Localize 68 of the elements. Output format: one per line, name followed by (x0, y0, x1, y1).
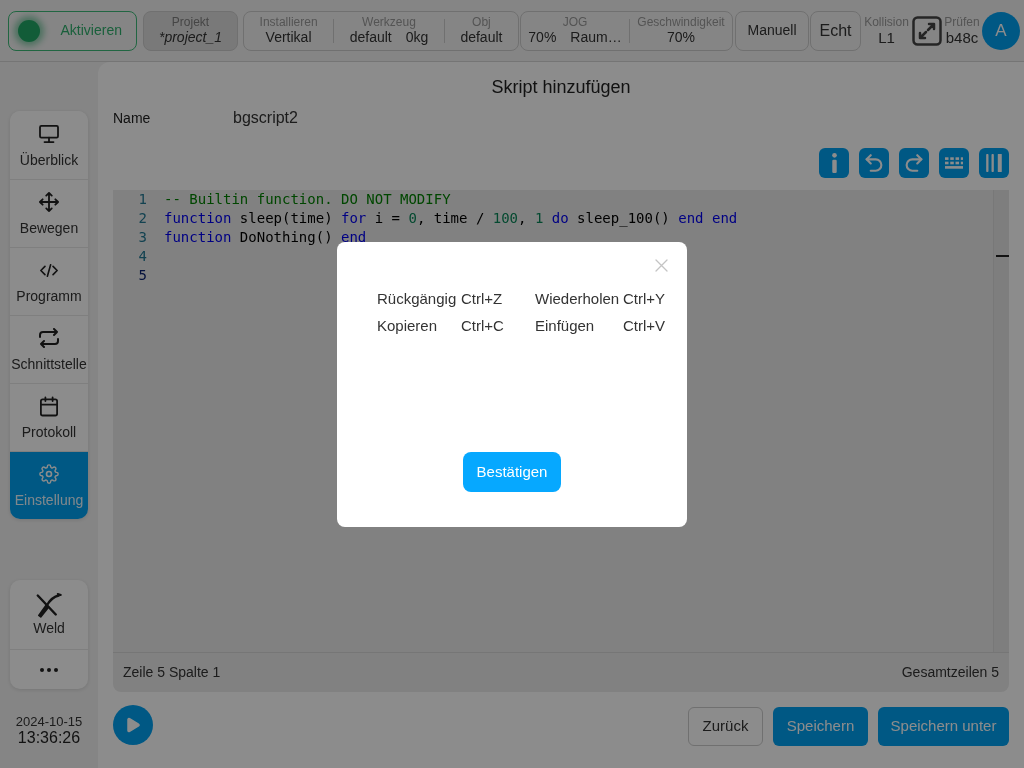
play-button[interactable] (113, 705, 153, 745)
line-number: 4 (137, 247, 147, 266)
vertical-bars-icon (986, 154, 1002, 172)
gear-icon (39, 464, 59, 484)
cursor-marker-icon (996, 255, 1009, 257)
keyboard-icon (945, 157, 963, 169)
move-arrows-icon (39, 192, 59, 212)
name-field[interactable]: bgscript2 (233, 107, 533, 129)
code-line: function sleep(time) for i = 0, time / 100, 1 do sleep_100() end end (164, 209, 739, 228)
shortcut-keys: Ctrl+C (461, 317, 535, 335)
fullscreen-button[interactable] (912, 15, 942, 46)
cursor-position: Zeile 5 Spalte 1 (123, 663, 221, 682)
shortcut-keys: Ctrl+V (623, 317, 687, 335)
calendar-icon (40, 395, 58, 417)
more-dots-icon (40, 667, 58, 672)
shortcut-action: Wiederholen (535, 290, 621, 308)
status-value: 0kg (405, 29, 429, 46)
status-value: 70% (667, 29, 696, 46)
shortcut-action: Einfügen (535, 317, 596, 335)
shortcut-keys: Ctrl+Y (623, 290, 687, 308)
status-value: Vertikal (265, 29, 312, 46)
time-text: 13:36:26 (17, 729, 81, 747)
redo-icon (905, 154, 923, 172)
close-button[interactable] (655, 259, 668, 272)
nav-item[interactable]: Weld (10, 580, 88, 649)
shortcut-action: Rückgängig (377, 290, 458, 308)
status-value: default (349, 29, 392, 46)
nav-item[interactable]: Protokoll (10, 383, 88, 451)
code-line: -- Builtin function. DO NOT MODIFY (164, 190, 452, 209)
keyboard-button[interactable] (939, 148, 969, 178)
line-number: 3 (137, 228, 147, 247)
status-value: b48c (945, 28, 979, 47)
welding-torch-icon (36, 593, 62, 618)
info-icon (831, 153, 837, 173)
status-value: Raum… (570, 29, 622, 46)
date-text: 2024-10-15 (15, 714, 83, 729)
info-button[interactable] (819, 148, 849, 178)
page-title: Skript hinzufügen (491, 76, 631, 98)
undo-icon (865, 154, 883, 172)
line-number: 1 (137, 190, 147, 209)
status-value: 70% (528, 29, 557, 46)
play-icon (126, 717, 140, 733)
mode-button[interactable]: Manuell (735, 10, 809, 51)
columns-button[interactable] (979, 148, 1009, 178)
shortcut-keys: Ctrl+Z (461, 290, 535, 308)
nav-item[interactable]: Programm (10, 247, 88, 315)
confirm-button[interactable]: Bestätigen (463, 452, 561, 492)
nav-item[interactable]: Schnittstelle (10, 315, 88, 383)
code-line: function DoNothing() end (164, 228, 368, 247)
undo-button[interactable] (859, 148, 889, 178)
status-value: default (460, 29, 503, 46)
code-icon (40, 263, 58, 277)
mode-button[interactable]: Echt (810, 10, 861, 51)
nav-item[interactable]: Überblick (10, 111, 88, 179)
project-name: *project_1 (158, 29, 222, 46)
expand-icon (912, 15, 942, 46)
shortcut-action: Kopieren (377, 317, 439, 335)
line-count: Gesamtzeilen 5 (901, 663, 999, 682)
field-label: Name (113, 108, 152, 128)
back-button[interactable]: Zurück (688, 707, 763, 746)
nav-item[interactable]: Bewegen (10, 179, 88, 247)
line-number: 2 (137, 209, 147, 228)
close-icon (655, 259, 668, 272)
status-value: L1 (878, 28, 895, 47)
repeat-arrows-icon (39, 328, 59, 348)
redo-button[interactable] (899, 148, 929, 178)
line-number: 5 (137, 266, 147, 285)
monitor-icon (39, 124, 59, 143)
